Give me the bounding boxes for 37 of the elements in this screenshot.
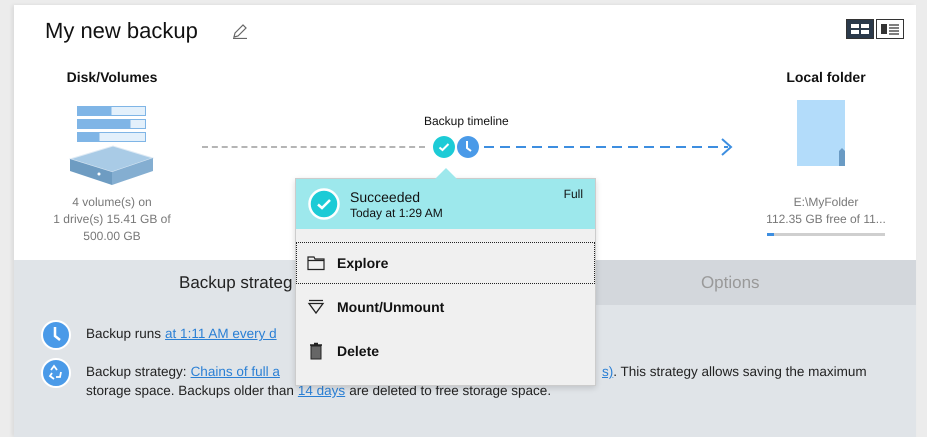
backup-time: Today at 1:29 AM (350, 206, 443, 220)
success-icon (308, 188, 340, 220)
list-view-icon (878, 21, 902, 37)
schedule-text: Backup runs (86, 326, 162, 341)
clock-icon (41, 320, 71, 350)
source-details: 500.00 GB (83, 228, 141, 245)
view-toggle-button[interactable] (876, 19, 904, 39)
free-space: 112.35 GB free of 11... (766, 211, 886, 228)
clock-icon[interactable] (457, 136, 479, 158)
strategy-link[interactable]: Chains of full a (190, 364, 280, 379)
disk-icon (69, 106, 155, 186)
timeline-label: Backup timeline (424, 114, 510, 128)
trash-icon (307, 342, 325, 360)
mount-icon (307, 299, 325, 315)
folder-icon (797, 100, 847, 166)
view-toggle-button[interactable] (846, 19, 874, 39)
source-details: 1 drive(s) 15.41 GB of (53, 211, 171, 228)
grid-view-icon (848, 21, 872, 37)
backup-title: My new backup (45, 18, 198, 44)
menu-item[interactable]: Delete (296, 330, 595, 372)
retention-text: storage space. Backups older than (86, 383, 294, 398)
source-details: 4 volume(s) on (72, 194, 152, 211)
folder-path: E:\MyFolder (794, 194, 858, 211)
destination-heading: Local folder (786, 69, 866, 85)
menu-item[interactable]: Explore (296, 242, 595, 284)
schedule-link[interactable]: at 1:11 AM every d (165, 326, 277, 341)
retention-text: are deleted to free storage space. (349, 383, 552, 398)
folder-icon (307, 255, 325, 271)
strategy-text: Backup strategy: (86, 364, 187, 379)
backup-type: Full (564, 187, 583, 201)
strategy-text: . This strategy allows saving the maximum (613, 364, 867, 379)
strategy-link[interactable]: s) (602, 364, 614, 379)
backup-status: Succeeded (350, 188, 422, 204)
source-heading: Disk/Volumes (66, 69, 158, 85)
recycle-icon (41, 358, 71, 388)
edit-icon[interactable] (232, 23, 248, 39)
retention-link[interactable]: 14 days (298, 383, 346, 398)
